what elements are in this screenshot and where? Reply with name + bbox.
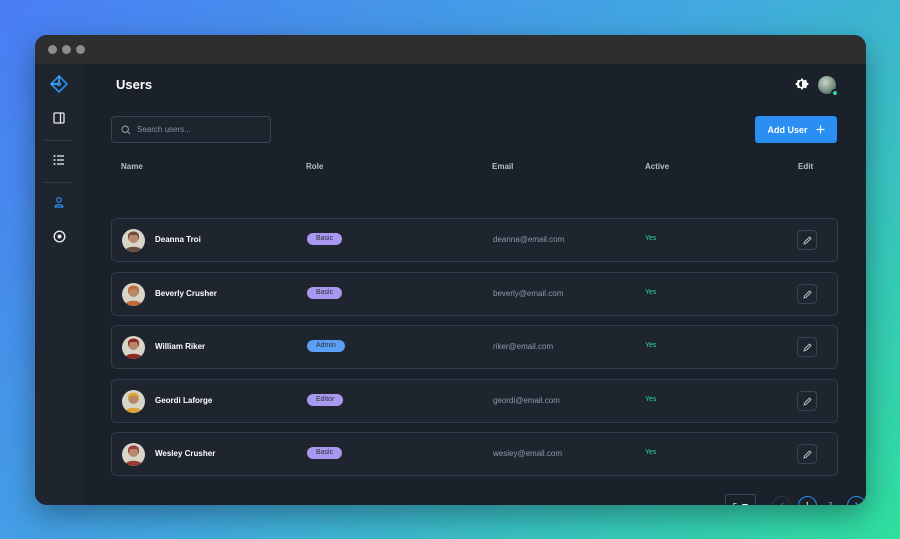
active-status: Yes (645, 342, 657, 349)
column-header-email[interactable]: Email (492, 162, 513, 171)
active-status: Yes (645, 235, 657, 242)
search-icon (121, 124, 131, 135)
user-avatar (122, 390, 145, 413)
user-email: deanna@email.com (493, 235, 565, 244)
search-box[interactable] (111, 116, 271, 143)
add-user-button[interactable]: Add User (755, 116, 837, 143)
table-row[interactable]: Deanna Troi Basic deanna@email.com Yes (111, 218, 838, 262)
brightness-icon (795, 78, 809, 90)
column-header-role[interactable]: Role (306, 162, 323, 171)
plus-icon (816, 125, 824, 134)
panel-icon (53, 112, 65, 124)
theme-toggle-button[interactable] (794, 76, 810, 92)
edit-button[interactable] (797, 391, 817, 411)
title-bar (35, 35, 866, 64)
user-email: riker@email.com (493, 342, 554, 351)
active-status: Yes (645, 289, 657, 296)
user-avatar (122, 283, 145, 306)
user-avatar (122, 229, 145, 252)
pencil-icon (802, 342, 812, 352)
next-page-button[interactable] (847, 496, 866, 505)
window-dot-maximize[interactable] (76, 45, 85, 54)
user-email: beverly@email.com (493, 289, 564, 298)
edit-button[interactable] (797, 337, 817, 357)
column-header-edit: Edit (798, 162, 814, 171)
user-name: Beverly Crusher (155, 289, 217, 298)
table-row[interactable]: William Riker Admin riker@email.com Yes (111, 325, 838, 369)
edit-button[interactable] (797, 230, 817, 250)
active-status: Yes (645, 396, 657, 403)
search-input[interactable] (137, 125, 257, 134)
table-row[interactable]: Beverly Crusher Basic beverly@email.com … (111, 272, 838, 316)
caret-down-icon (742, 504, 749, 505)
user-icon (54, 197, 64, 208)
pencil-icon (802, 449, 812, 459)
sidebar-divider (44, 182, 73, 183)
role-badge: Basic (307, 287, 343, 299)
page-button-1[interactable]: 1 (798, 496, 817, 505)
sidebar-item-panel[interactable] (47, 106, 71, 130)
sidebar-item-users[interactable] (47, 190, 71, 214)
online-status-dot (831, 89, 839, 97)
window-dot-close[interactable] (48, 45, 57, 54)
role-badge: Editor (307, 394, 344, 406)
main-content: Users Add User Name Rol (83, 64, 866, 505)
sidebar-item-list[interactable] (47, 148, 71, 172)
pencil-icon (802, 289, 812, 299)
user-name: William Riker (155, 342, 206, 351)
rows-per-page-select[interactable]: 5 (725, 494, 756, 505)
page-button-2[interactable]: 2 (821, 496, 840, 505)
profile-avatar[interactable] (818, 76, 839, 97)
pencil-icon (802, 235, 812, 245)
chevron-right-icon (854, 502, 859, 505)
prev-page-button[interactable] (772, 496, 791, 505)
window-dot-minimize[interactable] (62, 45, 71, 54)
settings-circle-icon (52, 229, 66, 243)
user-avatar (122, 443, 145, 466)
user-name: Wesley Crusher (155, 449, 216, 458)
role-badge: Admin (307, 340, 345, 352)
user-email: geordi@email.com (493, 396, 560, 405)
column-header-name[interactable]: Name (121, 162, 143, 171)
app-window: Users Add User Name Rol (35, 35, 866, 505)
table-row[interactable]: Geordi Laforge Editor geordi@email.com Y… (111, 379, 838, 423)
rows-per-page-value: 5 (733, 502, 737, 506)
logo-icon[interactable] (47, 72, 71, 96)
table-row[interactable]: Wesley Crusher Basic wesley@email.com Ye… (111, 432, 838, 476)
sidebar (35, 64, 83, 505)
column-header-active[interactable]: Active (645, 162, 669, 171)
edit-button[interactable] (797, 284, 817, 304)
edit-button[interactable] (797, 444, 817, 464)
active-status: Yes (645, 449, 657, 456)
user-email: wesley@email.com (493, 449, 563, 458)
chevron-left-icon (779, 502, 784, 505)
role-badge: Basic (307, 233, 343, 245)
user-avatar (122, 336, 145, 359)
sidebar-item-settings[interactable] (47, 224, 71, 248)
page-title: Users (116, 77, 153, 92)
role-badge: Basic (307, 447, 343, 459)
add-user-label: Add User (767, 124, 808, 135)
user-name: Deanna Troi (155, 235, 201, 244)
list-icon (53, 155, 64, 165)
sidebar-divider (44, 140, 73, 141)
pencil-icon (802, 396, 812, 406)
user-name: Geordi Laforge (155, 396, 213, 405)
